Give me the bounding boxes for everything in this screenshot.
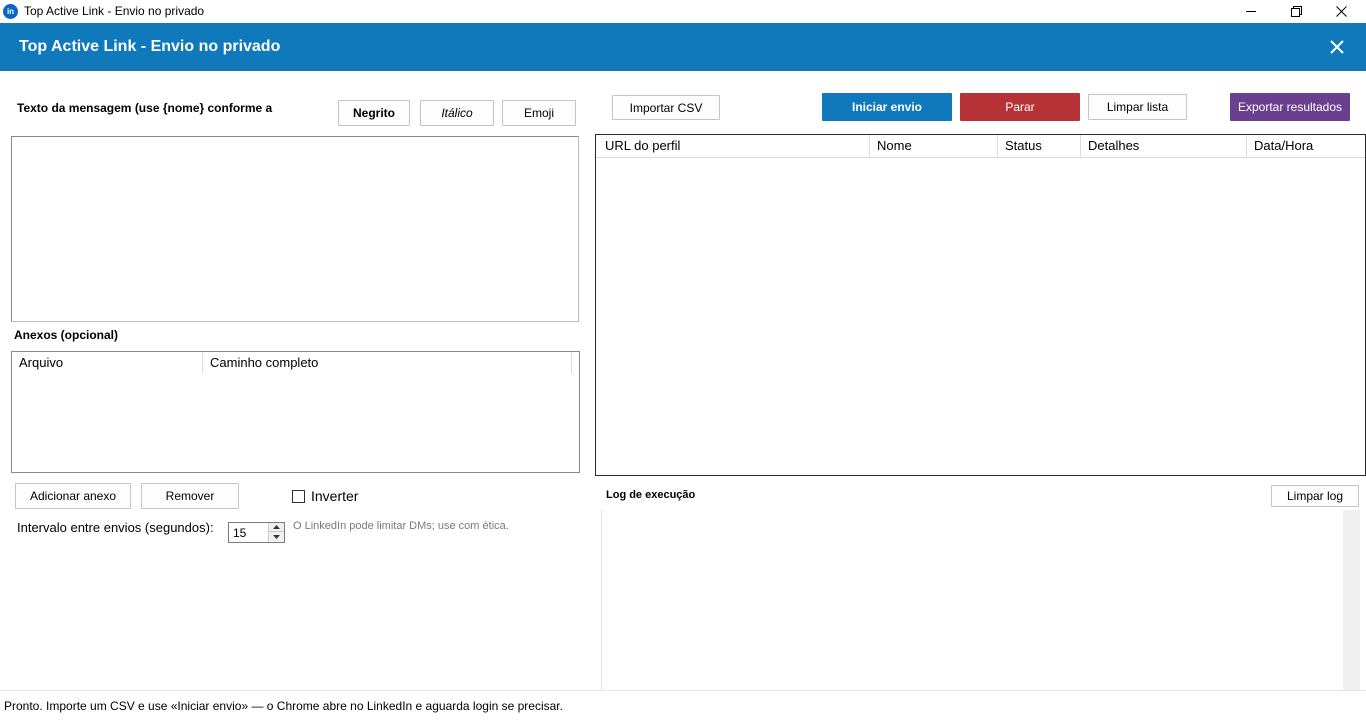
column-header-details[interactable]: Detalhes [1081, 135, 1247, 157]
invert-label: Inverter [311, 488, 359, 504]
stepper-up-button[interactable] [269, 523, 284, 532]
linkedin-hint: O LinkedIn pode limitar DMs; use com éti… [293, 520, 509, 532]
linkedin-logo-icon: in [3, 4, 18, 19]
export-results-button[interactable]: Exportar resultados [1230, 93, 1350, 121]
add-attachment-button[interactable]: Adicionar anexo [15, 483, 131, 509]
stop-button[interactable]: Parar [960, 93, 1080, 121]
attachments-list[interactable]: Arquivo Caminho completo [11, 351, 580, 473]
window-titlebar: in Top Active Link - Envio no privado [0, 0, 1366, 23]
message-textarea[interactable] [11, 136, 579, 322]
bold-button[interactable]: Negrito [338, 100, 410, 126]
restore-button[interactable] [1273, 0, 1319, 23]
column-header-datetime[interactable]: Data/Hora [1247, 135, 1365, 157]
log-label: Log de execução [606, 489, 696, 501]
close-icon [1335, 6, 1347, 17]
interval-value[interactable]: 15 [233, 526, 246, 540]
restore-icon [1290, 6, 1302, 17]
stepper-down-button[interactable] [269, 532, 284, 541]
arrow-down-icon [273, 534, 280, 539]
column-header-status[interactable]: Status [998, 135, 1081, 157]
profiles-table[interactable]: URL do perfil Nome Status Detalhes Data/… [595, 134, 1366, 476]
italic-button[interactable]: Itálico [420, 100, 494, 126]
close-icon [1330, 40, 1344, 54]
minimize-button[interactable] [1228, 0, 1274, 23]
app-title: Top Active Link - Envio no privado [19, 38, 281, 55]
window-title: Top Active Link - Envio no privado [24, 4, 205, 18]
app-close-button[interactable] [1322, 33, 1352, 61]
table-header: URL do perfil Nome Status Detalhes Data/… [596, 135, 1365, 158]
minimize-icon [1246, 10, 1256, 12]
import-csv-button[interactable]: Importar CSV [612, 95, 720, 120]
status-text: Pronto. Importe um CSV e use «Iniciar en… [4, 699, 563, 713]
remove-attachment-button[interactable]: Remover [141, 483, 239, 509]
window-close-button[interactable] [1318, 0, 1364, 23]
invert-checkbox[interactable] [292, 490, 305, 503]
column-header-file[interactable]: Arquivo [12, 352, 203, 374]
message-label: Texto da mensagem (use {nome} conforme a [17, 101, 273, 115]
column-header-name[interactable]: Nome [870, 135, 998, 157]
interval-label: Intervalo entre envios (segundos): [17, 520, 214, 535]
log-textarea[interactable] [601, 510, 1360, 690]
emoji-button[interactable]: Emoji [502, 100, 576, 126]
app-header: Top Active Link - Envio no privado [0, 23, 1366, 71]
attachments-label: Anexos (opcional) [14, 328, 119, 342]
interval-stepper[interactable]: 15 [228, 522, 285, 543]
column-header-full-path[interactable]: Caminho completo [203, 352, 572, 374]
start-sending-button[interactable]: Iniciar envio [822, 93, 952, 121]
clear-list-button[interactable]: Limpar lista [1088, 94, 1187, 120]
column-header-profile-url[interactable]: URL do perfil [596, 135, 870, 157]
arrow-up-icon [273, 525, 280, 529]
status-bar: Pronto. Importe um CSV e use «Iniciar en… [0, 690, 1366, 720]
log-scrollbar[interactable] [1343, 510, 1360, 690]
clear-log-button[interactable]: Limpar log [1271, 485, 1359, 507]
stepper-buttons [268, 523, 284, 542]
